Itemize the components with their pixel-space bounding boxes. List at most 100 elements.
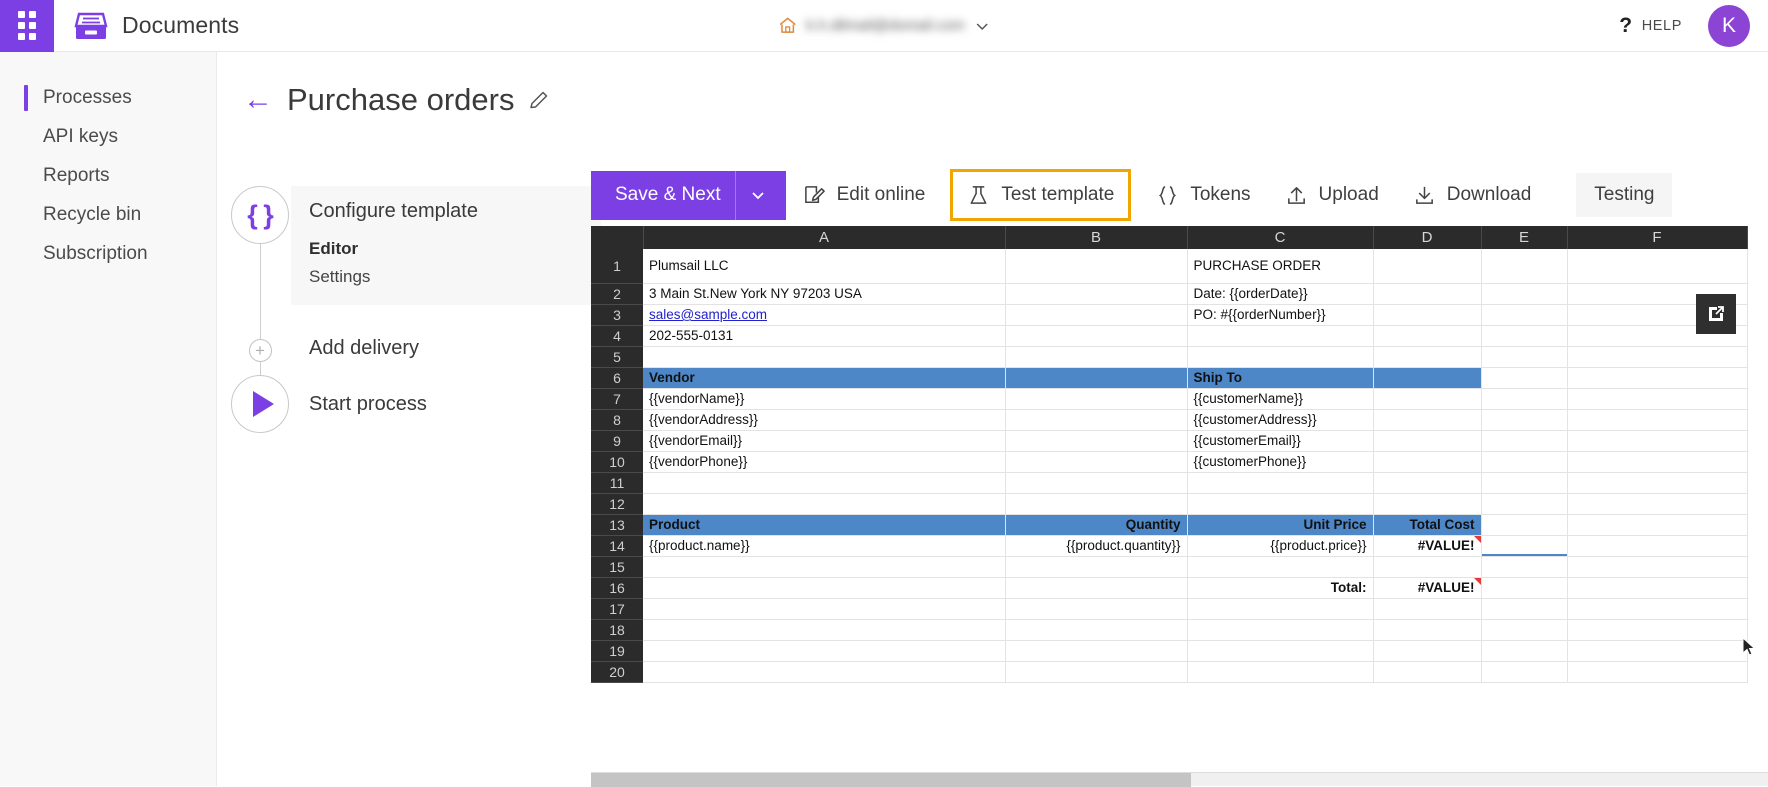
row-header[interactable]: 17 <box>591 598 643 620</box>
cell-a17[interactable] <box>643 598 1006 620</box>
row-header[interactable]: 18 <box>591 619 643 641</box>
cell-b9[interactable] <box>1005 430 1188 452</box>
cell-b3[interactable] <box>1005 304 1188 326</box>
cell-b20[interactable] <box>1005 661 1188 683</box>
cell-d2[interactable] <box>1373 283 1482 305</box>
cell-c1[interactable]: PURCHASE ORDER <box>1187 249 1374 284</box>
cell-b1[interactable] <box>1005 249 1188 284</box>
scrollbar-thumb[interactable] <box>591 773 1191 787</box>
back-arrow-icon[interactable]: ← <box>243 85 273 115</box>
cell-f20[interactable] <box>1567 661 1748 683</box>
cell-a9[interactable]: {{vendorEmail}} <box>643 430 1006 452</box>
cell-e9[interactable] <box>1481 430 1568 452</box>
row-header[interactable]: 16 <box>591 577 643 599</box>
cell-b5[interactable] <box>1005 346 1188 368</box>
app-launcher-button[interactable] <box>0 0 54 52</box>
column-header-c[interactable]: C <box>1187 226 1374 249</box>
email-link[interactable]: sales@sample.com <box>649 307 767 322</box>
cell-e18[interactable] <box>1481 619 1568 641</box>
cell-b19[interactable] <box>1005 640 1188 662</box>
cell-b10[interactable] <box>1005 451 1188 473</box>
cell-d3[interactable] <box>1373 304 1482 326</box>
cell-b18[interactable] <box>1005 619 1188 641</box>
column-header-e[interactable]: E <box>1481 226 1568 249</box>
cell-f16[interactable] <box>1567 577 1748 599</box>
row-header[interactable]: 19 <box>591 640 643 662</box>
row-header[interactable]: 20 <box>591 661 643 683</box>
upload-button[interactable]: Upload <box>1268 170 1396 220</box>
cell-b2[interactable] <box>1005 283 1188 305</box>
cell-d17[interactable] <box>1373 598 1482 620</box>
row-header[interactable]: 11 <box>591 472 643 494</box>
cell-a20[interactable] <box>643 661 1006 683</box>
cell-b7[interactable] <box>1005 388 1188 410</box>
column-header-d[interactable]: D <box>1373 226 1482 249</box>
cell-e7[interactable] <box>1481 388 1568 410</box>
cell-c9[interactable]: {{customerEmail}} <box>1187 430 1374 452</box>
cell-e19[interactable] <box>1481 640 1568 662</box>
cell-e1[interactable] <box>1481 249 1568 284</box>
save-and-next-button[interactable]: Save & Next <box>591 170 786 220</box>
help-button[interactable]: ? HELP <box>1619 15 1682 36</box>
step-configure-template[interactable]: { } Configure template Editor Settings <box>229 186 601 364</box>
cell-a2[interactable]: 3 Main St.New York NY 97203 USA <box>643 283 1006 305</box>
cell-a6[interactable]: Vendor <box>643 367 1006 389</box>
cell-c5[interactable] <box>1187 346 1374 368</box>
pencil-icon[interactable] <box>528 89 550 111</box>
test-template-button[interactable]: Test template <box>950 169 1132 221</box>
cell-c3[interactable]: PO: #{{orderNumber}} <box>1187 304 1374 326</box>
cell-d15[interactable] <box>1373 556 1482 578</box>
cell-d8[interactable] <box>1373 409 1482 431</box>
sidebar-item-subscription[interactable]: Subscription <box>0 234 216 273</box>
cell-e15[interactable] <box>1481 556 1568 578</box>
row-header[interactable]: 8 <box>591 409 643 431</box>
cell-c6[interactable]: Ship To <box>1187 367 1374 389</box>
cell-e17[interactable] <box>1481 598 1568 620</box>
row-header[interactable]: 1 <box>591 249 643 284</box>
cell-f11[interactable] <box>1567 472 1748 494</box>
row-header[interactable]: 2 <box>591 283 643 305</box>
cell-b16[interactable] <box>1005 577 1188 599</box>
cell-e16[interactable] <box>1481 577 1568 599</box>
chevron-down-icon[interactable] <box>974 18 990 34</box>
row-header[interactable]: 7 <box>591 388 643 410</box>
cell-a3[interactable]: sales@sample.com <box>643 304 1006 326</box>
row-header[interactable]: 6 <box>591 367 643 389</box>
cell-b17[interactable] <box>1005 598 1188 620</box>
row-header[interactable]: 4 <box>591 325 643 347</box>
cell-b13[interactable]: Quantity <box>1005 514 1188 536</box>
row-header[interactable]: 15 <box>591 556 643 578</box>
cell-b15[interactable] <box>1005 556 1188 578</box>
row-header[interactable]: 3 <box>591 304 643 326</box>
cell-c8[interactable]: {{customerAddress}} <box>1187 409 1374 431</box>
row-header[interactable]: 12 <box>591 493 643 515</box>
cell-a14[interactable]: {{product.name}} <box>643 535 1006 557</box>
cell-e3[interactable] <box>1481 304 1568 326</box>
cell-c16[interactable]: Total: <box>1187 577 1374 599</box>
step-add-delivery[interactable]: + Add delivery <box>229 329 569 398</box>
cell-f1[interactable] <box>1567 249 1748 284</box>
cell-d1[interactable] <box>1373 249 1482 284</box>
cell-c12[interactable] <box>1187 493 1374 515</box>
cell-a19[interactable] <box>643 640 1006 662</box>
cell-c7[interactable]: {{customerName}} <box>1187 388 1374 410</box>
cell-c15[interactable] <box>1187 556 1374 578</box>
cell-f10[interactable] <box>1567 451 1748 473</box>
download-button[interactable]: Download <box>1396 170 1549 220</box>
cell-d9[interactable] <box>1373 430 1482 452</box>
cell-e11[interactable] <box>1481 472 1568 494</box>
column-header-f[interactable]: F <box>1567 226 1748 249</box>
cell-d19[interactable] <box>1373 640 1482 662</box>
cell-c14[interactable]: {{product.price}} <box>1187 535 1374 557</box>
cell-a12[interactable] <box>643 493 1006 515</box>
cell-e20[interactable] <box>1481 661 1568 683</box>
cell-c18[interactable] <box>1187 619 1374 641</box>
sidebar-item-processes[interactable]: Processes <box>0 78 216 117</box>
cell-a4[interactable]: 202-555-0131 <box>643 325 1006 347</box>
cell-c2[interactable]: Date: {{orderDate}} <box>1187 283 1374 305</box>
edit-online-button[interactable]: Edit online <box>786 170 943 220</box>
cell-d12[interactable] <box>1373 493 1482 515</box>
cell-a1[interactable]: Plumsail LLC <box>643 249 1006 284</box>
cell-b11[interactable] <box>1005 472 1188 494</box>
step-subitem-editor[interactable]: Editor <box>309 235 601 263</box>
